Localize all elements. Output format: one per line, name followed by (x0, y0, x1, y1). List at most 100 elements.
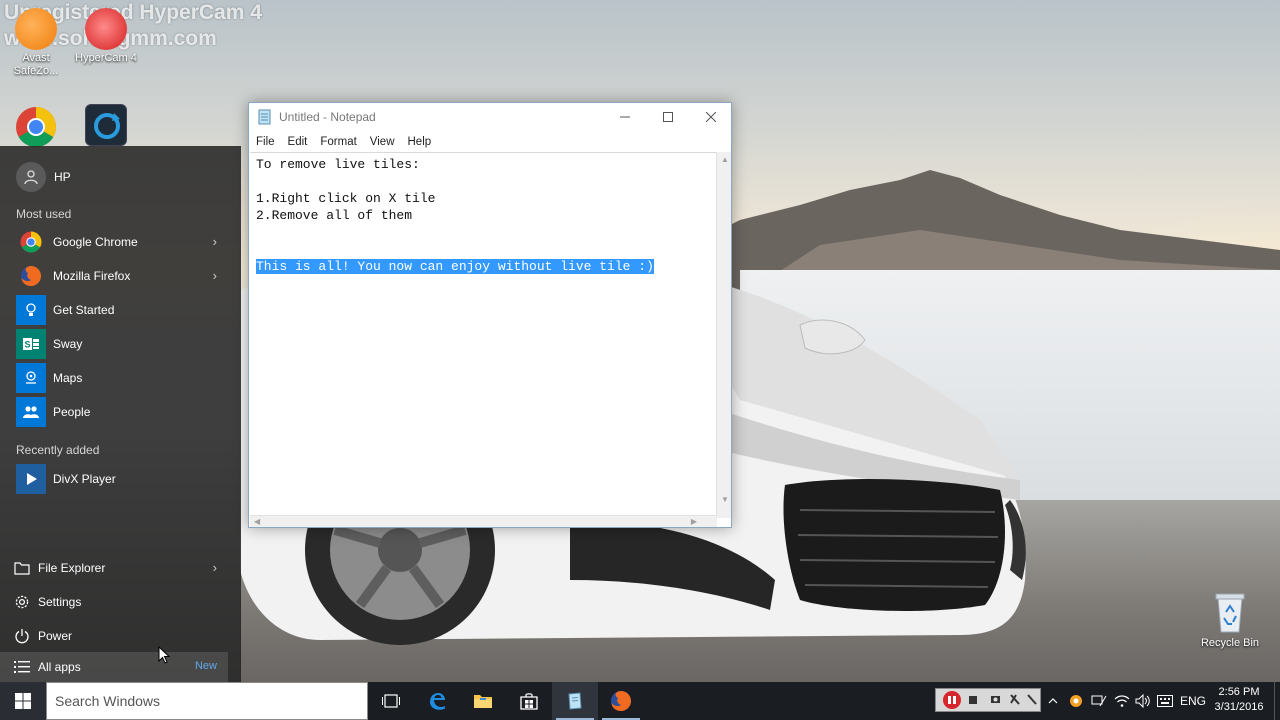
text-line: 1.Right click on X tile (256, 191, 436, 206)
text-line (256, 173, 711, 190)
start-user[interactable]: HP (16, 162, 71, 192)
clock-date: 3/31/2016 (1214, 701, 1264, 713)
selected-text: This is all! You now can enjoy without l… (256, 259, 654, 274)
show-desktop-button[interactable] (1274, 682, 1280, 720)
text-line: 2.Remove all of them (256, 208, 413, 223)
start-item-label: Sway (53, 337, 83, 351)
task-view-button[interactable] (368, 682, 414, 720)
divx-player-icon (16, 464, 46, 494)
start-item-divx-player[interactable]: DivX Player (0, 462, 241, 496)
taskbar-edge[interactable] (414, 682, 460, 720)
start-item-label: File Explorer (38, 561, 106, 575)
list-icon (14, 660, 30, 674)
menu-format[interactable]: Format (320, 136, 356, 148)
maximize-button[interactable] (646, 103, 690, 131)
taskbar-store[interactable] (506, 682, 552, 720)
start-item-label: Settings (38, 595, 82, 609)
notepad-menubar: File Edit Format View Help (249, 131, 731, 153)
edge-icon (430, 693, 445, 710)
hypercam-record-toolbar[interactable] (935, 688, 1041, 712)
desktop-icon-label: Recycle Bin (1200, 637, 1260, 649)
firefox-icon (611, 691, 631, 711)
taskbar-notepad[interactable] (552, 682, 598, 720)
windows-logo-icon (15, 693, 31, 709)
search-input[interactable] (55, 693, 355, 709)
start-item-mozilla-firefox[interactable]: Mozilla Firefox › (0, 259, 241, 293)
start-item-label: All apps (38, 660, 81, 674)
notepad-window: Untitled - Notepad File Edit Format View… (248, 102, 732, 528)
menu-file[interactable]: File (256, 136, 275, 148)
tray-overflow-chevron-icon[interactable] (1044, 682, 1062, 720)
chevron-right-icon[interactable]: › (213, 560, 217, 575)
people-icon (16, 397, 46, 427)
notepad-icon (258, 109, 271, 125)
scroll-right-icon[interactable]: ▶ (691, 517, 697, 526)
notepad-text-area[interactable]: To remove live tiles: 1.Right click on X… (250, 152, 717, 518)
desktop-icon-label: Avast SafeZo... (13, 52, 59, 77)
scroll-left-icon[interactable]: ◀ (254, 517, 260, 526)
task-view-icon (382, 694, 400, 708)
chrome-icon (16, 227, 46, 257)
desktop-icon-recycle-bin[interactable]: Recycle Bin (1196, 590, 1264, 649)
taskbar-file-explorer[interactable] (460, 682, 506, 720)
start-item-google-chrome[interactable]: Google Chrome › (0, 225, 241, 259)
desktop-icon-avast[interactable]: Avast SafeZo... (2, 8, 70, 78)
window-title: Untitled - Notepad (279, 110, 376, 124)
firefox-icon (16, 261, 46, 291)
keyboard-icon[interactable] (1155, 682, 1175, 720)
start-item-label: People (53, 405, 91, 419)
notepad-titlebar[interactable]: Untitled - Notepad (249, 103, 731, 131)
start-item-label: Google Chrome (53, 235, 138, 249)
menu-view[interactable]: View (370, 136, 395, 148)
clock-time: 2:56 PM (1218, 686, 1260, 698)
desktop-icon-hypercam[interactable]: HyperCam 4 (72, 8, 140, 65)
start-item-power[interactable]: Power (0, 619, 241, 653)
divx-converter-icon (85, 104, 127, 146)
menu-edit[interactable]: Edit (288, 136, 308, 148)
mouse-cursor-icon (158, 646, 170, 664)
start-button[interactable] (0, 682, 46, 720)
wifi-icon[interactable] (1112, 682, 1132, 720)
start-item-label: Get Started (53, 303, 115, 317)
start-item-all-apps[interactable]: All apps New (0, 650, 241, 684)
chevron-right-icon[interactable]: › (213, 234, 217, 249)
taskbar-clock[interactable]: 2:56 PM 3/31/2016 (1212, 685, 1266, 715)
chevron-right-icon[interactable]: › (213, 268, 217, 283)
start-item-label: Power (38, 629, 73, 643)
store-icon (520, 693, 538, 710)
person-icon (24, 170, 38, 185)
chrome-icon (16, 107, 56, 147)
user-avatar (16, 162, 46, 192)
start-item-settings[interactable]: Settings (0, 585, 241, 619)
svg-text:S: S (24, 340, 30, 350)
close-button[interactable] (689, 103, 733, 131)
horizontal-scrollbar[interactable]: ◀ ▶ (250, 515, 717, 527)
hypercam-icon (85, 8, 127, 50)
tray-network-warning-icon[interactable] (1089, 682, 1109, 720)
text-line: To remove live tiles: (256, 157, 420, 172)
taskbar-firefox[interactable] (598, 682, 644, 720)
start-item-people[interactable]: People (0, 395, 241, 429)
start-item-label: Maps (53, 371, 83, 385)
scroll-up-icon[interactable]: ▲ (721, 155, 729, 164)
minimize-icon (620, 116, 630, 118)
scroll-down-icon[interactable]: ▼ (721, 495, 729, 504)
desktop-icon-divx-converter[interactable] (72, 104, 140, 148)
start-item-get-started[interactable]: Get Started (0, 293, 241, 327)
folder-icon (474, 695, 492, 708)
taskbar-search[interactable] (46, 682, 368, 720)
maximize-icon (663, 112, 673, 122)
start-item-file-explorer[interactable]: File Explorer › (0, 551, 241, 585)
gear-icon (14, 594, 30, 610)
power-icon (14, 628, 30, 644)
volume-icon[interactable] (1133, 682, 1153, 720)
start-item-maps[interactable]: Maps (0, 361, 241, 395)
vertical-scrollbar[interactable]: ▲ ▼ (716, 152, 731, 518)
language-indicator[interactable]: ENG (1178, 682, 1208, 720)
tray-avast-icon[interactable] (1066, 682, 1086, 720)
start-item-sway[interactable]: S Sway (0, 327, 241, 361)
new-badge: New (194, 660, 217, 672)
menu-help[interactable]: Help (408, 136, 432, 148)
lightbulb-icon (16, 295, 46, 325)
minimize-button[interactable] (603, 103, 647, 131)
